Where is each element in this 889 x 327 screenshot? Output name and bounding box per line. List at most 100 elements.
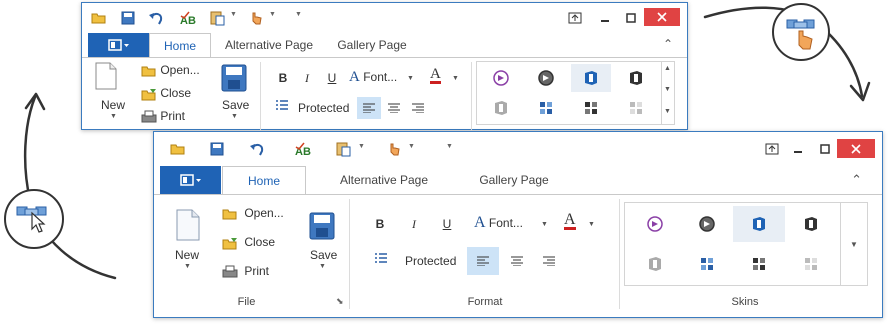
touch-hand-icon[interactable] [383,139,403,159]
close-icon[interactable] [837,139,875,158]
close-button[interactable]: Close [141,86,191,101]
protected-label[interactable]: Protected [405,254,456,268]
new-dropdown-arrow[interactable]: ▼ [184,263,191,270]
protected-label[interactable]: Protected [298,101,349,115]
file-menu-button[interactable] [88,33,149,57]
open-folder-icon [222,207,238,220]
font-color-icon[interactable]: A [564,212,576,230]
new-button[interactable] [95,62,117,90]
spell-check-icon[interactable]: AB [179,8,199,28]
close-icon[interactable] [644,8,680,26]
tab-alternative-page[interactable]: Alternative Page [216,33,322,57]
open-folder-icon[interactable] [89,8,109,28]
visual-studio-purple-skin-icon[interactable] [481,64,521,92]
paste-dropdown-arrow[interactable]: ▼ [230,11,237,18]
open-button[interactable]: Open... [141,63,200,77]
dark-tiles-skin-icon[interactable] [733,246,785,282]
file-menu-button[interactable] [160,166,221,194]
save-button[interactable] [221,64,247,92]
print-button[interactable]: Print [222,264,269,279]
group-separator [619,199,620,309]
align-left-button[interactable] [357,97,381,119]
save-disk-icon [309,212,335,240]
office-blue-skin-icon[interactable] [571,64,611,92]
office-blue-skin-icon[interactable] [733,206,785,242]
open-button[interactable]: Open... [222,206,284,220]
light-tiles-skin-icon[interactable] [616,94,656,122]
open-folder-icon[interactable] [168,139,188,159]
touch-hand-icon[interactable] [245,8,265,28]
office-gray-skin-icon[interactable] [481,94,521,122]
paste-icon[interactable] [333,139,353,159]
office-gray-skin-icon[interactable] [629,246,681,282]
font-label: Font... [363,70,398,84]
blue-tiles-skin-icon[interactable] [526,94,566,122]
blue-tiles-skin-icon[interactable] [681,246,733,282]
tab-alternative-page[interactable]: Alternative Page [314,166,454,194]
font-button[interactable]: A Font... [349,69,397,86]
save-disk-icon[interactable] [207,139,227,159]
mouse-mode-icon [16,206,47,233]
font-color-dropdown-arrow[interactable]: ▼ [452,75,459,82]
save-disk-icon[interactable] [118,8,138,28]
font-button[interactable]: A Font... [474,214,523,232]
office-black-skin-icon[interactable] [616,64,656,92]
collapse-ribbon-icon[interactable]: ⌃ [851,172,862,188]
tab-gallery-page[interactable]: Gallery Page [327,33,417,57]
customize-qat-icon[interactable]: ▼ [446,143,453,150]
touch-dropdown-arrow[interactable]: ▼ [408,143,415,150]
gallery-scrollbar[interactable]: ▲ ▼ ▼ [661,62,674,124]
align-right-button[interactable] [407,97,429,119]
customize-qat-icon[interactable]: ▼ [295,11,302,18]
visual-studio-purple-skin-icon[interactable] [629,206,681,242]
light-tiles-skin-icon[interactable] [785,246,837,282]
open-label: Open... [160,63,200,77]
italic-button[interactable]: I [296,68,318,88]
numbered-list-icon[interactable] [275,100,289,112]
save-dropdown-arrow[interactable]: ▼ [231,113,238,120]
save-button[interactable] [309,212,335,240]
paste-dropdown-arrow[interactable]: ▼ [358,143,365,150]
tab-home[interactable]: Home [222,166,306,194]
numbered-list-icon[interactable] [374,253,388,265]
underline-button[interactable]: U [321,68,343,88]
collapse-ribbon-icon[interactable]: ⌃ [663,37,673,51]
font-dropdown-arrow[interactable]: ▼ [407,75,414,82]
new-button[interactable] [176,209,200,241]
align-center-button[interactable] [383,97,405,119]
font-color-dropdown-arrow[interactable]: ▼ [588,221,595,228]
print-button[interactable]: Print [141,109,185,124]
ribbon-tab-bar: Home Alternative Page Gallery Page ⌃ [154,166,882,194]
new-label: New [101,98,126,112]
tab-home[interactable]: Home [149,33,211,57]
undo-icon[interactable] [146,8,166,28]
new-document-icon [176,209,200,241]
align-center-button[interactable] [501,247,533,275]
italic-button[interactable]: I [403,213,425,235]
visual-studio-dark-skin-icon[interactable] [526,64,566,92]
gallery-expand-icon[interactable]: ▼ [664,108,671,115]
gallery-scroll-down-icon[interactable]: ▼ [664,86,671,93]
group-dialog-launcher-icon[interactable]: ⬊ [336,296,344,307]
font-color-icon[interactable]: A [430,67,441,84]
bold-button[interactable]: B [272,68,294,88]
touch-ribbon-window: AB ▼ ▼ ▼ Home Alternative Page Gallery P… [81,2,688,132]
save-dropdown-arrow[interactable]: ▼ [319,263,326,270]
touch-dropdown-arrow[interactable]: ▼ [269,11,276,18]
spell-check-icon[interactable]: AB [294,139,314,159]
gallery-dropdown-button[interactable]: ▼ [840,203,867,285]
visual-studio-dark-skin-icon[interactable] [681,206,733,242]
close-button[interactable]: Close [222,235,275,250]
underline-button[interactable]: U [436,213,458,235]
dark-tiles-skin-icon[interactable] [571,94,611,122]
new-dropdown-arrow[interactable]: ▼ [110,113,117,120]
bold-button[interactable]: B [369,213,391,235]
align-left-button[interactable] [467,247,499,275]
paste-icon[interactable] [207,8,227,28]
font-dropdown-arrow[interactable]: ▼ [541,221,548,228]
gallery-scroll-up-icon[interactable]: ▲ [664,65,671,72]
undo-icon[interactable] [247,139,267,159]
tab-gallery-page[interactable]: Gallery Page [454,166,574,194]
office-black-skin-icon[interactable] [785,206,837,242]
align-right-button[interactable] [533,247,565,275]
